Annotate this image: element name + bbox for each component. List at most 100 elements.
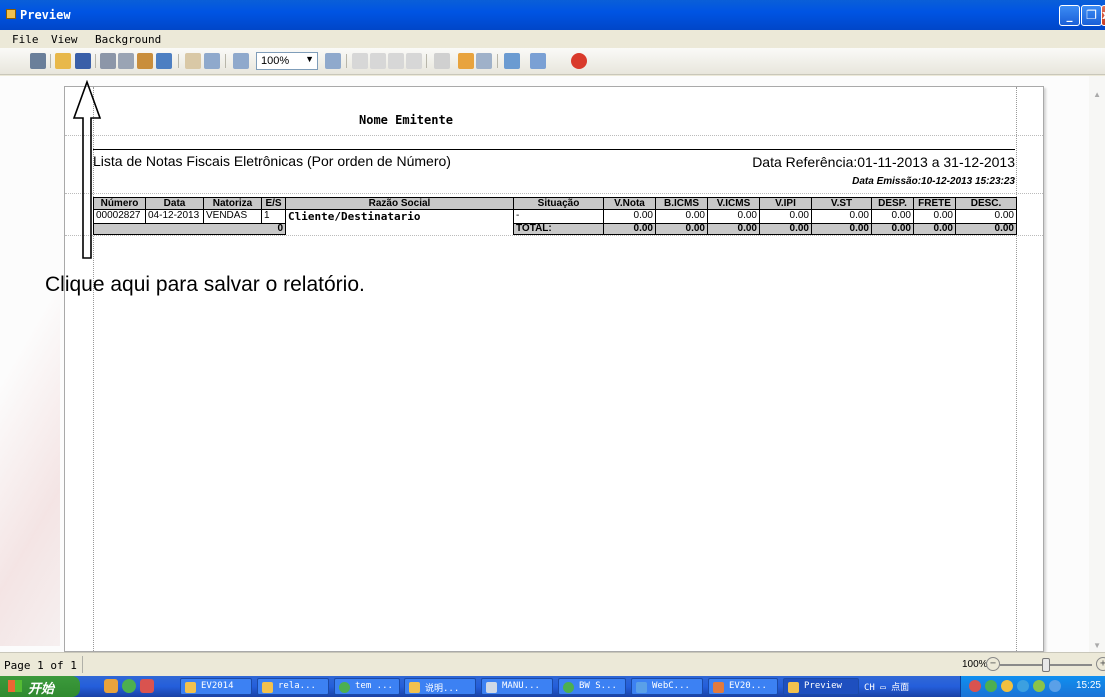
zoom-slider-thumb[interactable] — [1042, 658, 1050, 672]
cell-natureza: VENDAS — [203, 209, 262, 224]
taskbar-task[interactable]: tem ... — [334, 678, 400, 695]
total-vnota: 0.00 — [603, 222, 656, 235]
report-title: Lista de Notas Fiscais Eletrônicas (Por … — [93, 153, 451, 169]
total-bicms: 0.00 — [655, 222, 708, 235]
prev-page-icon[interactable] — [370, 53, 386, 69]
start-label: 开始 — [28, 681, 55, 696]
menu-background[interactable]: Background — [95, 33, 161, 46]
email-icon[interactable] — [530, 53, 546, 69]
taskbar-task[interactable]: 说明... — [404, 678, 476, 695]
search-icon[interactable] — [30, 53, 46, 69]
watermark-icon[interactable] — [476, 53, 492, 69]
quicklaunch-icon[interactable] — [104, 679, 118, 693]
cell-bicms: 0.00 — [655, 209, 708, 224]
last-page-icon[interactable] — [406, 53, 422, 69]
menu-view[interactable]: View — [51, 33, 78, 46]
quicklaunch-icon[interactable] — [122, 679, 136, 693]
report-page: Nome Emitente Lista de Notas Fiscais Ele… — [64, 86, 1044, 652]
start-button[interactable]: 开始 — [0, 676, 80, 697]
browser-icon — [339, 682, 350, 693]
taskbar-task[interactable]: rela... — [257, 678, 329, 695]
window-title: Preview — [20, 8, 71, 22]
menu-bar: File View Background — [0, 30, 1105, 48]
task-label: BW S... — [579, 681, 617, 691]
minimize-button[interactable]: _ — [1059, 5, 1080, 26]
taskbar-task[interactable]: WebC... — [631, 678, 703, 695]
hand-icon[interactable] — [185, 53, 201, 69]
next-page-icon[interactable] — [388, 53, 404, 69]
app-icon — [788, 682, 799, 693]
zoom-in-2-icon[interactable] — [325, 53, 341, 69]
total-label: TOTAL: — [513, 222, 604, 235]
col-vicms: V.ICMS — [707, 197, 760, 210]
open-folder-icon[interactable] — [55, 53, 71, 69]
cell-vst: 0.00 — [811, 209, 872, 224]
zoom-in-icon[interactable] — [204, 53, 220, 69]
emitente-name: Nome Emitente — [359, 113, 453, 127]
total-desc: 0.00 — [955, 222, 1017, 235]
browser-icon — [563, 682, 574, 693]
close-preview-icon[interactable] — [571, 53, 587, 69]
taskbar-task-active[interactable]: Preview — [783, 678, 859, 695]
app-icon — [713, 682, 724, 693]
taskbar-task[interactable]: EV2014 — [180, 678, 252, 695]
zoom-select-value: 100% — [261, 55, 290, 67]
toolbar-separator — [225, 54, 226, 68]
total-desp: 0.00 — [871, 222, 914, 235]
status-bar: Page 1 of 1 100% − + — [0, 652, 1105, 676]
zoom-out-icon[interactable] — [233, 53, 249, 69]
page-setup-icon[interactable] — [156, 53, 172, 69]
zoom-percentage: 100% — [962, 659, 988, 670]
cell-vicms: 0.00 — [707, 209, 760, 224]
taskbar-task[interactable]: EV20... — [708, 678, 778, 695]
menu-file[interactable]: File — [12, 33, 39, 46]
cell-desp: 0.00 — [871, 209, 914, 224]
export-icon[interactable] — [137, 53, 153, 69]
first-page-icon[interactable] — [352, 53, 368, 69]
zoom-out-button[interactable]: − — [986, 657, 1000, 671]
zoom-in-button[interactable]: + — [1096, 657, 1105, 671]
window-title-bar[interactable]: Preview _ ❐ x — [0, 0, 1105, 30]
scroll-up-arrow[interactable]: ▲ — [1093, 90, 1101, 99]
quicklaunch-icon[interactable] — [140, 679, 154, 693]
windows-logo-icon — [8, 680, 22, 692]
tray-icon[interactable] — [1017, 680, 1029, 692]
toolbar: 100% ▼ — [0, 48, 1105, 75]
cell-razao-social: Cliente/Destinatario — [285, 209, 514, 223]
tray-icon[interactable] — [1049, 680, 1061, 692]
task-label: Preview — [804, 681, 842, 691]
annotation-text: Clique aqui para salvar o relatório. — [45, 273, 365, 296]
tray-icon[interactable] — [1001, 680, 1013, 692]
tray-icon[interactable] — [1033, 680, 1045, 692]
thumbnail-icon[interactable] — [434, 53, 450, 69]
band-guide — [65, 235, 1043, 236]
toolbar-separator — [426, 54, 427, 68]
col-vnota: V.Nota — [603, 197, 656, 210]
total-frete: 0.00 — [913, 222, 956, 235]
close-button[interactable]: x — [1101, 5, 1105, 26]
save-icon[interactable] — [75, 53, 91, 69]
restore-button[interactable]: ❐ — [1081, 5, 1102, 26]
reference-date: Data Referência:01-11-2013 a 31-12-2013 — [752, 154, 1015, 170]
scroll-down-arrow[interactable]: ▼ — [1093, 641, 1101, 650]
print-setup-icon[interactable] — [100, 53, 116, 69]
tray-icon[interactable] — [985, 680, 997, 692]
margin-guide — [1016, 87, 1017, 651]
zoom-select[interactable]: 100% ▼ — [256, 52, 318, 70]
language-indicator[interactable]: CH ▭ 点面 — [864, 680, 909, 693]
chevron-down-icon: ▼ — [305, 54, 314, 64]
color-icon[interactable] — [458, 53, 474, 69]
taskbar: 开始 EV2014 rela... tem ... 说明... MANU... … — [0, 676, 1105, 697]
vertical-scrollbar[interactable]: ▲ ▼ — [1089, 76, 1105, 652]
taskbar-task[interactable]: MANU... — [481, 678, 553, 695]
total-count: 0 — [93, 222, 286, 235]
tray-icon[interactable] — [969, 680, 981, 692]
taskbar-task[interactable]: BW S... — [558, 678, 626, 695]
col-desp: DESP. — [871, 197, 914, 210]
annotation-arrow-icon — [72, 80, 102, 259]
app-icon — [6, 9, 16, 19]
print-icon[interactable] — [118, 53, 134, 69]
cell-vipi: 0.00 — [759, 209, 812, 224]
export-menu-icon[interactable] — [504, 53, 520, 69]
cell-data: 04-12-2013 — [145, 209, 204, 224]
